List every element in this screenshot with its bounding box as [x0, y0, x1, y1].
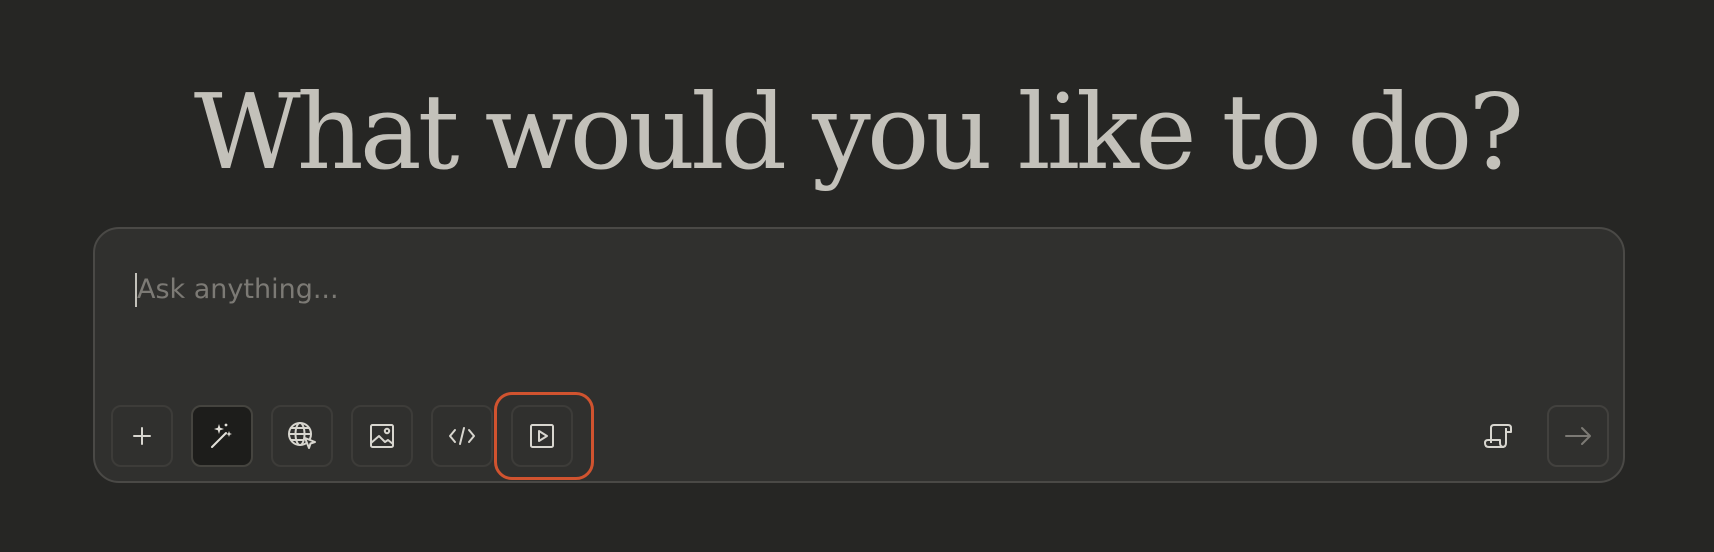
web-search-button[interactable]: [271, 405, 333, 467]
prompt-input[interactable]: [133, 269, 1537, 309]
scroll-icon: [1484, 424, 1512, 448]
globe-cursor-icon: [288, 422, 316, 449]
text-caret: [135, 273, 137, 307]
send-button[interactable]: [1547, 405, 1609, 467]
add-button[interactable]: [111, 405, 173, 467]
focus-highlight: [494, 392, 594, 480]
image-icon: [370, 424, 394, 448]
code-icon: [449, 427, 475, 445]
arrow-right-icon: [1565, 427, 1591, 445]
magic-wand-button[interactable]: [191, 405, 253, 467]
prompt-composer: [93, 227, 1625, 483]
page-title: What would you like to do?: [193, 71, 1524, 193]
script-button[interactable]: [1467, 405, 1529, 467]
magic-wand-icon: [211, 423, 232, 448]
code-button[interactable]: [431, 405, 493, 467]
image-button[interactable]: [351, 405, 413, 467]
plus-icon: [133, 427, 151, 445]
